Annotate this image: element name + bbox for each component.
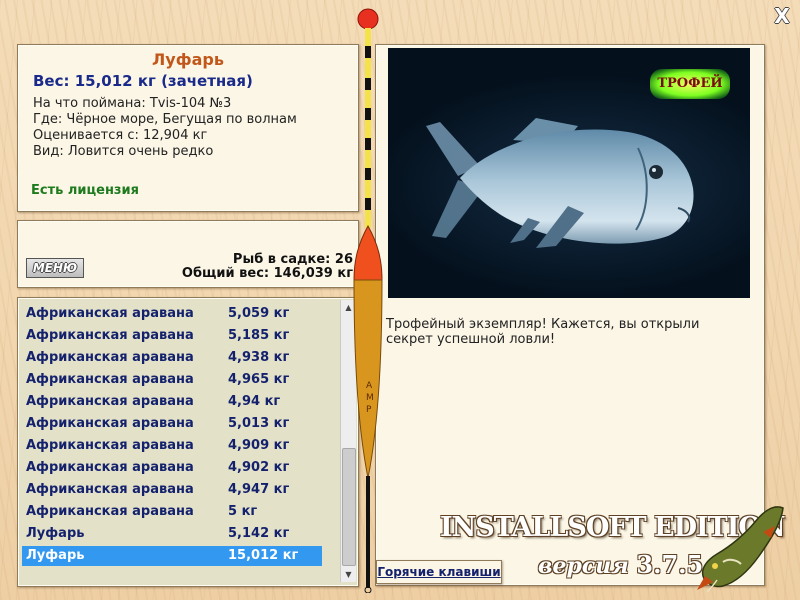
catch-row[interactable]: Африканская аравана 5,185 кг xyxy=(22,326,322,346)
catch-list-panel: Африканская аравана 5,059 кг Африканская … xyxy=(17,297,359,587)
catch-fish-weight: 15,012 кг xyxy=(228,548,299,563)
catch-row[interactable]: Африканская аравана 4,902 кг xyxy=(22,458,322,478)
catch-fish-name: Африканская аравана xyxy=(26,328,194,343)
float-marking-1: А xyxy=(366,381,373,391)
catch-fish-weight: 5,059 кг xyxy=(228,306,290,321)
catch-fish-name: Африканская аравана xyxy=(26,350,194,365)
hotkeys-button[interactable]: Горячие клавиши xyxy=(376,560,502,584)
fish-photo: ТРОФЕЙ xyxy=(388,48,750,298)
catch-fish-weight: 5,185 кг xyxy=(228,328,290,343)
trophy-description: Трофейный экземпляр! Кажется, вы открыли… xyxy=(386,317,700,347)
catch-row[interactable]: Африканская аравана 5,013 кг xyxy=(22,414,322,434)
license-status: Есть лицензия xyxy=(31,183,139,198)
catch-row[interactable]: Африканская аравана 4,94 кг xyxy=(22,392,322,412)
version-label: версия 3.7.5 xyxy=(538,550,703,579)
catch-fish-weight: 4,947 кг xyxy=(228,482,290,497)
catch-row[interactable]: Африканская аравана 5,059 кг xyxy=(22,304,322,324)
fish-name: Луфарь xyxy=(152,50,224,69)
catch-row[interactable]: Луфарь 5,142 кг xyxy=(22,524,322,544)
catch-fish-name: Африканская аравана xyxy=(26,416,194,431)
catch-fish-weight: 4,94 кг xyxy=(228,394,281,409)
catch-fish-name: Африканская аравана xyxy=(26,504,194,519)
trophy-badge: ТРОФЕЙ xyxy=(650,69,730,99)
catch-fish-name: Луфарь xyxy=(26,526,85,541)
fish-weight: Вес: 15,012 кг (зачетная) xyxy=(33,72,253,90)
total-weight: Общий вес: 146,039 кг xyxy=(181,266,353,281)
fishing-float-icon: А М Р xyxy=(352,8,388,594)
catch-row[interactable]: Африканская аравана 4,947 кг xyxy=(22,480,322,500)
catch-row[interactable]: Африканская аравана 4,938 кг xyxy=(22,348,322,368)
catch-fish-name: Африканская аравана xyxy=(26,372,194,387)
catch-fish-weight: 4,938 кг xyxy=(228,350,290,365)
location-text: Где: Чёрное море, Бегущая по волнам xyxy=(33,112,297,127)
catch-fish-weight: 5 кг xyxy=(228,504,258,519)
catch-fish-name: Африканская аравана xyxy=(26,482,194,497)
catch-fish-weight: 4,902 кг xyxy=(228,460,290,475)
keepnet-stats-panel: МЕНЮ Рыб в садке: 26 Общий вес: 146,039 … xyxy=(17,220,359,288)
pike-fish-icon xyxy=(693,502,793,594)
catch-row[interactable]: Африканская аравана 4,909 кг xyxy=(22,436,322,456)
catch-fish-name: Африканская аравана xyxy=(26,438,194,453)
catch-list: Африканская аравана 5,059 кг Африканская … xyxy=(20,300,338,582)
catch-row[interactable]: Африканская аравана 5 кг xyxy=(22,502,322,522)
version-word: версия xyxy=(538,553,629,579)
catch-row[interactable]: Африканская аравана 4,965 кг xyxy=(22,370,322,390)
caught-on-text: На что поймана: Tvis-104 №3 xyxy=(33,96,232,111)
catch-fish-weight: 5,142 кг xyxy=(228,526,290,541)
catch-fish-name: Африканская аравана xyxy=(26,306,194,321)
float-marking-2: М xyxy=(366,393,374,403)
fish-info-panel: Луфарь Вес: 15,012 кг (зачетная) На что … xyxy=(17,44,359,212)
catch-fish-weight: 4,909 кг xyxy=(228,438,290,453)
menu-button[interactable]: МЕНЮ xyxy=(26,258,84,278)
fish-count: Рыб в садке: 26 xyxy=(232,252,353,267)
catch-fish-name: Африканская аравана xyxy=(26,394,194,409)
catch-row-selected[interactable]: Луфарь 15,012 кг xyxy=(22,546,322,566)
catch-fish-name: Африканская аравана xyxy=(26,460,194,475)
catch-fish-weight: 4,965 кг xyxy=(228,372,290,387)
catch-fish-weight: 5,013 кг xyxy=(228,416,290,431)
close-button[interactable]: X xyxy=(772,6,792,26)
float-marking-3: Р xyxy=(366,405,372,415)
valued-from-text: Оценивается с: 12,904 кг xyxy=(33,128,208,143)
kind-text: Вид: Ловится очень редко xyxy=(33,144,214,159)
catch-fish-name: Луфарь xyxy=(26,548,85,563)
